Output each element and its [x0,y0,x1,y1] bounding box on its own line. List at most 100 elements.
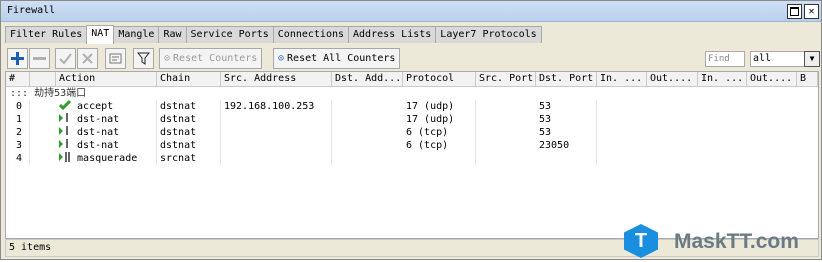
reset-all-counters-label: Reset All Counters [287,53,396,64]
minus-icon [33,57,46,60]
action-cell: masquerade [56,152,157,165]
col-chain[interactable]: Chain [157,72,221,86]
tab-connections[interactable]: Connections [272,26,350,43]
tab-nat[interactable]: NAT [86,25,115,44]
dst-port-cell: 53 [536,126,597,139]
chain-cell: dstnat [157,139,221,152]
protocol-cell: 6 (tcp) [403,139,476,152]
action-label: masquerade [77,153,138,164]
disable-button[interactable] [77,48,98,69]
row-number: 4 [6,152,30,165]
window-title: Firewall [7,5,56,16]
tab-mangle[interactable]: Mangle [113,26,160,43]
tab-filter-rules[interactable]: Filter Rules [5,26,88,43]
col-out-interface[interactable]: Out.... [647,72,698,86]
maximize-icon [790,7,799,16]
action-cell: accept [56,100,157,113]
col-number[interactable]: # [6,72,30,86]
filter-dropdown-button[interactable]: ▼ [804,51,820,67]
chain-cell: dstnat [157,126,221,139]
tab-address-lists[interactable]: Address Lists [348,26,437,43]
funnel-icon [137,52,150,65]
x-icon [82,53,93,64]
col-out-interface-list[interactable]: Out.... [747,72,797,86]
col-bytes[interactable]: B [797,72,818,86]
check-icon [59,53,72,65]
brand-logo-icon: T [624,224,658,258]
watermark: T MaskTT.com [624,222,822,260]
dst-port-cell: 53 [536,113,597,126]
tab-service-ports[interactable]: Service Ports [185,26,274,43]
reset-counters-label: Reset Counters [173,53,258,64]
action-label: dst-nat [77,140,120,151]
find-input[interactable]: Find [705,51,745,67]
table-row[interactable]: 4 masquerade srcnat [6,152,818,165]
action-label: dst-nat [77,127,120,138]
tab-bar: Filter Rules NAT Mangle Raw Service Port… [5,25,542,44]
tab-raw[interactable]: Raw [158,26,187,43]
src-address-cell [221,139,332,152]
table-row[interactable]: 0 accept dstnat 192.168.100.253 17 (udp)… [6,100,818,113]
item-count: 5 items [9,242,52,253]
filter-button[interactable] [133,48,154,69]
title-bar: Firewall ✕ [1,1,821,22]
tab-layer7-protocols[interactable]: Layer7 Protocols [435,26,542,43]
chain-cell: dstnat [157,100,221,113]
col-flags[interactable] [30,72,56,86]
remove-button[interactable] [29,48,50,69]
src-address-cell [221,152,332,165]
row-number: 1 [6,113,30,126]
table-row[interactable]: 1 dst-nat dstnat 17 (udp) 53 [6,113,818,126]
rule-comment: ::: 劫持53端口 [10,88,87,99]
row-number: 2 [6,126,30,139]
action-cell: dst-nat [56,113,157,126]
action-label: accept [77,101,114,112]
protocol-cell [403,152,476,165]
col-dst-address[interactable]: Dst. Add... [332,72,403,86]
col-in-interface-list[interactable]: In. ... [698,72,747,86]
logo-letter: T [634,230,648,252]
masquerade-icon [59,152,70,162]
toolbar: ⊙ Reset Counters ⊙ Reset All Counters Fi… [5,47,820,69]
enable-button[interactable] [55,48,76,69]
brand-name: MaskTT.com [674,230,799,253]
dst-port-cell [536,152,597,165]
col-src-port[interactable]: Src. Port [476,72,536,86]
dst-nat-icon [59,126,68,135]
src-address-cell [221,126,332,139]
chevron-down-icon: ▼ [809,54,815,63]
comment-button[interactable] [105,48,126,69]
action-cell: dst-nat [56,139,157,152]
col-dst-port[interactable]: Dst. Port [536,72,597,86]
col-protocol[interactable]: Protocol [403,72,476,86]
table-header: # Action Chain Src. Address Dst. Add... … [6,72,818,87]
comment-icon [109,53,122,64]
protocol-cell: 17 (udp) [403,100,476,113]
firewall-window: Firewall ✕ Filter Rules NAT Mangle Raw S… [0,0,822,260]
accept-icon [58,100,72,111]
dst-port-cell: 53 [536,100,597,113]
chain-cell: dstnat [157,113,221,126]
action-label: dst-nat [77,114,120,125]
maximize-button[interactable] [787,4,802,19]
nat-rules-table: # Action Chain Src. Address Dst. Add... … [5,71,819,239]
col-src-address[interactable]: Src. Address [221,72,332,86]
dst-port-cell: 23050 [536,139,597,152]
action-cell: dst-nat [56,126,157,139]
close-icon: ✕ [808,5,815,17]
table-row[interactable]: 3 dst-nat dstnat 6 (tcp) 23050 [6,139,818,152]
close-button[interactable]: ✕ [804,4,819,19]
reset-all-counters-button[interactable]: ⊙ Reset All Counters [273,48,401,69]
dst-nat-icon [59,113,68,122]
chain-cell: srcnat [157,152,221,165]
col-in-interface[interactable]: In. ... [597,72,647,86]
table-row[interactable]: 2 dst-nat dstnat 6 (tcp) 53 [6,126,818,139]
reset-counters-button[interactable]: ⊙ Reset Counters [159,48,263,69]
reset-icon: ⊙ [164,53,171,64]
protocol-cell: 6 (tcp) [403,126,476,139]
filter-select[interactable]: all [750,51,806,67]
add-button[interactable] [7,48,28,69]
row-number: 3 [6,139,30,152]
dst-nat-icon [59,139,68,148]
col-action[interactable]: Action [56,72,157,86]
